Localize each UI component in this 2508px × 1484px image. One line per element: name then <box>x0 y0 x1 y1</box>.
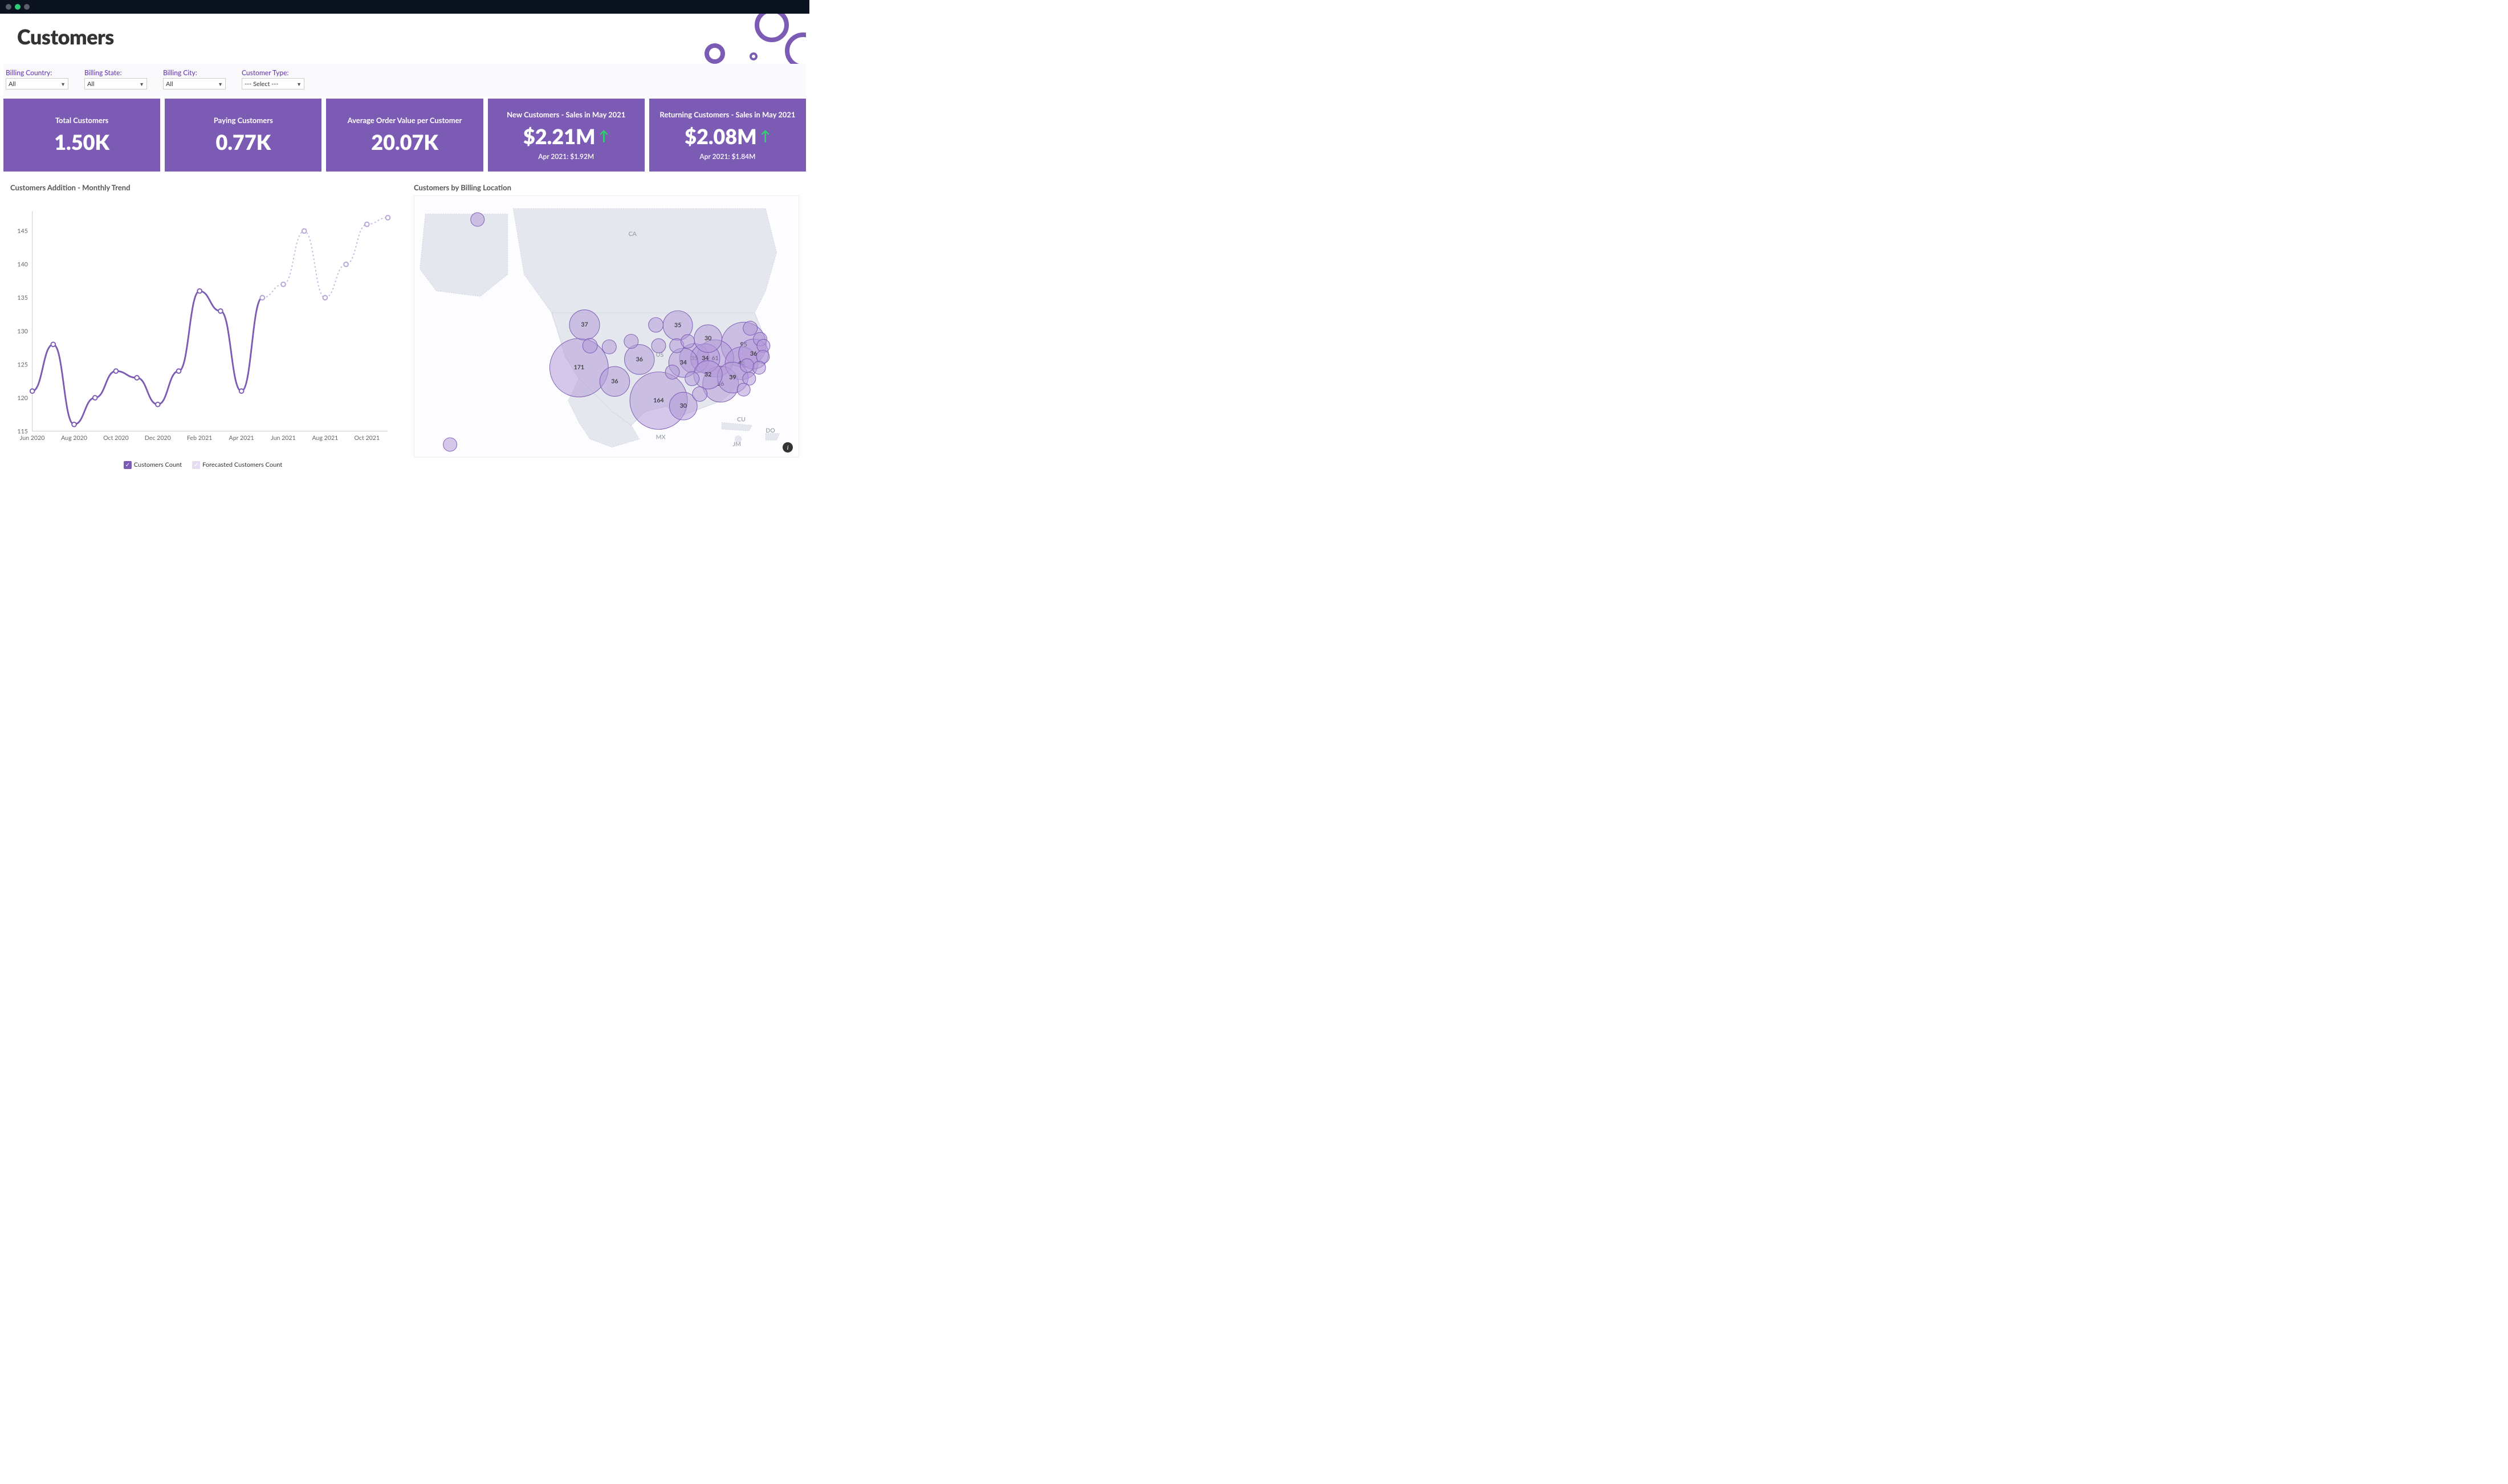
page-title: Customers <box>17 24 795 49</box>
kpi-value: 1.50K <box>54 129 109 154</box>
caret-down-icon: ▼ <box>296 81 302 87</box>
svg-text:115: 115 <box>17 428 27 435</box>
minimize-dot-icon[interactable] <box>15 4 21 10</box>
svg-text:30: 30 <box>705 335 711 342</box>
legend-item-actual[interactable]: ✓Customers Count <box>124 461 182 469</box>
kpi-value: $2.21M <box>523 124 596 149</box>
kpi-subtext: Apr 2021: $1.92M <box>538 152 594 161</box>
billing-location-map[interactable]: CAUSMXCUJMDO1711649561564539373636363535… <box>414 195 799 458</box>
svg-text:130: 130 <box>17 328 27 335</box>
kpi-total-customers: Total Customers 1.50K <box>3 99 160 172</box>
svg-text:Dec 2020: Dec 2020 <box>145 435 171 442</box>
monthly-trend-panel: Customers Addition - Monthly Trend 115 12… <box>3 177 402 472</box>
kpi-title: New Customers - Sales in May 2021 <box>507 110 625 119</box>
legend-item-forecast[interactable]: ✓Forecasted Customers Count <box>192 461 282 469</box>
svg-text:36: 36 <box>750 350 757 357</box>
chart-legend: ✓Customers Count ✓Forecasted Customers C… <box>10 461 396 469</box>
customer-type-select[interactable]: --- Select --- ▼ <box>242 78 304 89</box>
svg-text:36: 36 <box>611 378 618 385</box>
svg-text:DO: DO <box>766 427 775 434</box>
svg-text:120: 120 <box>17 395 27 402</box>
kpi-title: Returning Customers - Sales in May 2021 <box>659 110 795 119</box>
svg-text:MX: MX <box>656 434 666 441</box>
svg-text:Aug 2021: Aug 2021 <box>312 435 338 442</box>
monthly-trend-chart[interactable]: 115 120 125 130 135 140 145 Jun 2020 Aug 2020 Oct… <box>10 195 396 458</box>
filter-bar: Billing Country: All ▼ Billing State: Al… <box>3 64 806 96</box>
arrow-up-icon: ↑ <box>599 128 609 144</box>
svg-text:Apr 2021: Apr 2021 <box>229 435 254 442</box>
svg-text:36: 36 <box>636 356 643 363</box>
svg-text:CA: CA <box>629 231 637 238</box>
kpi-title: Paying Customers <box>214 116 273 125</box>
close-dot-icon[interactable] <box>6 4 11 10</box>
customer-type-label: Customer Type: <box>242 68 304 77</box>
bubbles-decoration-icon <box>692 14 806 64</box>
window-titlebar <box>0 0 809 14</box>
caret-down-icon: ▼ <box>218 81 223 87</box>
legend-label: Customers Count <box>134 461 182 468</box>
maximize-dot-icon[interactable] <box>24 4 30 10</box>
billing-country-label: Billing Country: <box>6 68 68 77</box>
info-icon[interactable]: i <box>783 442 793 452</box>
legend-label: Forecasted Customers Count <box>202 461 282 468</box>
billing-city-label: Billing City: <box>163 68 226 77</box>
panel-title: Customers by Billing Location <box>414 183 799 192</box>
svg-text:164: 164 <box>653 397 663 404</box>
svg-text:145: 145 <box>17 228 27 235</box>
caret-down-icon: ▼ <box>60 81 66 87</box>
svg-text:34: 34 <box>680 360 687 366</box>
svg-text:Jun 2021: Jun 2021 <box>271 435 296 442</box>
svg-text:37: 37 <box>581 321 588 328</box>
billing-city-select[interactable]: All ▼ <box>163 78 226 89</box>
svg-text:Oct 2020: Oct 2020 <box>103 435 129 442</box>
billing-city-value: All <box>166 80 173 88</box>
kpi-value: $2.08M <box>685 124 757 149</box>
kpi-new-customers-sales: New Customers - Sales in May 2021 $2.21M… <box>488 99 645 172</box>
svg-text:Feb 2021: Feb 2021 <box>187 435 212 442</box>
svg-text:140: 140 <box>17 262 27 268</box>
customer-type-value: --- Select --- <box>245 80 279 88</box>
billing-state-select[interactable]: All ▼ <box>84 78 147 89</box>
kpi-avg-order-value: Average Order Value per Customer 20.07K <box>326 99 483 172</box>
svg-text:30: 30 <box>680 403 687 410</box>
caret-down-icon: ▼ <box>139 81 144 87</box>
billing-country-select[interactable]: All ▼ <box>6 78 68 89</box>
arrow-up-icon: ↑ <box>760 128 771 144</box>
svg-text:Aug 2020: Aug 2020 <box>61 435 87 442</box>
kpi-value: 0.77K <box>215 129 271 154</box>
kpi-returning-customers-sales: Returning Customers - Sales in May 2021 … <box>649 99 806 172</box>
panel-title: Customers Addition - Monthly Trend <box>10 183 396 192</box>
billing-state-label: Billing State: <box>84 68 147 77</box>
page-header: Customers <box>3 14 806 64</box>
billing-location-panel: Customers by Billing Location CAUSMXCUJM… <box>407 177 806 472</box>
svg-text:135: 135 <box>17 295 27 301</box>
svg-text:39: 39 <box>729 374 736 381</box>
svg-text:JM: JM <box>732 441 740 448</box>
svg-text:32: 32 <box>705 372 711 378</box>
svg-text:125: 125 <box>17 361 27 368</box>
svg-text:Jun 2020: Jun 2020 <box>20 435 45 442</box>
kpi-paying-customers: Paying Customers 0.77K <box>165 99 321 172</box>
svg-text:Oct 2021: Oct 2021 <box>354 435 380 442</box>
kpi-subtext: Apr 2021: $1.84M <box>699 152 755 161</box>
kpi-title: Total Customers <box>55 116 109 125</box>
billing-country-value: All <box>9 80 16 88</box>
kpi-row: Total Customers 1.50K Paying Customers 0… <box>3 99 806 172</box>
svg-text:CU: CU <box>737 417 746 423</box>
billing-state-value: All <box>87 80 95 88</box>
svg-text:35: 35 <box>674 322 681 329</box>
kpi-value: 20.07K <box>371 129 438 154</box>
svg-text:171: 171 <box>574 364 584 371</box>
kpi-title: Average Order Value per Customer <box>348 116 462 125</box>
